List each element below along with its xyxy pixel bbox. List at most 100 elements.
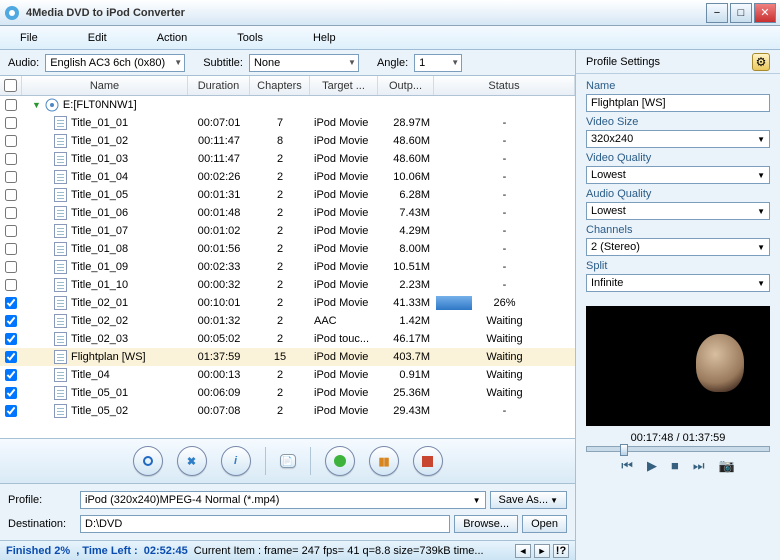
info-button[interactable]: i bbox=[221, 446, 251, 476]
table-row[interactable]: Title_01_0400:02:262iPod Movie10.06M- bbox=[0, 168, 575, 186]
file-icon bbox=[54, 332, 67, 346]
file-icon bbox=[54, 350, 67, 364]
menu-file[interactable]: File bbox=[20, 32, 38, 44]
table-body[interactable]: ▼ E:[FLT0NNW1]Title_01_0100:07:017iPod M… bbox=[0, 96, 575, 438]
status-finished: Finished 2% bbox=[6, 545, 70, 557]
app-icon bbox=[4, 5, 20, 21]
table-row[interactable]: Title_02_0100:10:012iPod Movie41.33M26% bbox=[0, 294, 575, 312]
status-current-item: Current Item : frame= 247 fps= 41 q=8.8 … bbox=[194, 545, 484, 557]
profile-settings-panel: NameFlightplan [WS]Video Size320x240▼Vid… bbox=[576, 74, 780, 302]
settings-gear-icon[interactable]: ⚙ bbox=[752, 53, 770, 71]
table-row[interactable]: Title_01_1000:00:322iPod Movie2.23M- bbox=[0, 276, 575, 294]
prop-channels-combo[interactable]: 2 (Stereo)▼ bbox=[586, 238, 770, 256]
file-icon bbox=[54, 260, 67, 274]
table-row[interactable]: Flightplan [WS]01:37:5915iPod Movie403.7… bbox=[0, 348, 575, 366]
file-icon bbox=[54, 170, 67, 184]
menu-tools[interactable]: Tools bbox=[237, 32, 263, 44]
record-button[interactable] bbox=[133, 446, 163, 476]
angle-combo[interactable]: 1▼ bbox=[414, 54, 462, 72]
preview-time: 00:17:48 / 01:37:59 bbox=[586, 432, 770, 444]
preview-next-button[interactable]: ⏭ bbox=[693, 458, 705, 474]
app-title: 4Media DVD to iPod Converter bbox=[26, 7, 704, 19]
col-status[interactable]: Status bbox=[434, 76, 575, 95]
profile-label: Profile: bbox=[8, 494, 76, 506]
delete-button[interactable]: ✖ bbox=[177, 446, 207, 476]
preview-seek-slider[interactable] bbox=[586, 446, 770, 452]
bottom-bar: Profile: iPod (320x240)MPEG-4 Normal (*.… bbox=[0, 484, 575, 540]
menu-action[interactable]: Action bbox=[157, 32, 188, 44]
table-row[interactable]: Title_01_0700:01:022iPod Movie4.29M- bbox=[0, 222, 575, 240]
table-row[interactable]: Title_01_0500:01:312iPod Movie6.28M- bbox=[0, 186, 575, 204]
slider-thumb[interactable] bbox=[620, 444, 628, 456]
pause-button[interactable]: ▮▮ bbox=[369, 446, 399, 476]
table-row[interactable]: Title_0400:00:132iPod Movie0.91MWaiting bbox=[0, 366, 575, 384]
profile-combo[interactable]: iPod (320x240)MPEG-4 Normal (*.mp4)▼ bbox=[80, 491, 486, 509]
prop-video quality-combo[interactable]: Lowest▼ bbox=[586, 166, 770, 184]
table-row[interactable]: Title_05_0200:07:082iPod Movie29.43M- bbox=[0, 402, 575, 420]
table-row[interactable]: Title_01_0300:11:472iPod Movie48.60M- bbox=[0, 150, 575, 168]
preview-play-button[interactable]: ▶ bbox=[647, 458, 657, 474]
prop-audio quality-combo[interactable]: Lowest▼ bbox=[586, 202, 770, 220]
add-file-button[interactable]: 📄 bbox=[280, 454, 296, 468]
table-row[interactable]: Title_01_0200:11:478iPod Movie48.60M- bbox=[0, 132, 575, 150]
table-header: Name Duration Chapters Target ... Outp..… bbox=[0, 76, 575, 96]
open-button[interactable]: Open bbox=[522, 515, 567, 533]
file-icon bbox=[54, 116, 67, 130]
col-name[interactable]: Name bbox=[22, 76, 188, 95]
table-row[interactable]: Title_01_0100:07:017iPod Movie28.97M- bbox=[0, 114, 575, 132]
table-row[interactable]: Title_05_0100:06:092iPod Movie25.36MWait… bbox=[0, 384, 575, 402]
table-row[interactable]: Title_02_0200:01:322AAC1.42MWaiting bbox=[0, 312, 575, 330]
subtitle-label: Subtitle: bbox=[203, 57, 243, 69]
preview-prev-button[interactable]: ⏮ bbox=[621, 458, 633, 474]
prop-split-combo[interactable]: Infinite▼ bbox=[586, 274, 770, 292]
menu-bar: File Edit Action Tools Help bbox=[0, 26, 780, 50]
group-row[interactable]: ▼ E:[FLT0NNW1] bbox=[0, 96, 575, 114]
file-icon bbox=[54, 188, 67, 202]
table-row[interactable]: Title_01_0600:01:482iPod Movie7.43M- bbox=[0, 204, 575, 222]
col-chapters[interactable]: Chapters bbox=[250, 76, 310, 95]
preview-stop-button[interactable]: ■ bbox=[671, 458, 679, 474]
props-title: Profile Settings bbox=[586, 56, 660, 68]
close-button[interactable]: ✕ bbox=[754, 3, 776, 23]
save-as-button[interactable]: Save As...▼ bbox=[490, 491, 567, 509]
minimize-button[interactable]: − bbox=[706, 3, 728, 23]
file-icon bbox=[54, 224, 67, 238]
audio-label: Audio: bbox=[8, 57, 39, 69]
col-duration[interactable]: Duration bbox=[188, 76, 250, 95]
preview-snapshot-button[interactable]: 📷 bbox=[719, 458, 735, 474]
video-preview[interactable] bbox=[586, 306, 770, 426]
status-help-button[interactable]: !? bbox=[553, 544, 569, 558]
maximize-button[interactable]: □ bbox=[730, 3, 752, 23]
subtitle-combo[interactable]: None▼ bbox=[249, 54, 359, 72]
col-output[interactable]: Outp... bbox=[378, 76, 434, 95]
table-row[interactable]: Title_01_0900:02:332iPod Movie10.51M- bbox=[0, 258, 575, 276]
file-icon bbox=[54, 404, 67, 418]
preview-controls: 00:17:48 / 01:37:59 ⏮ ▶ ■ ⏭ 📷 bbox=[576, 430, 780, 480]
props-header: Profile Settings ⚙ bbox=[576, 50, 780, 74]
stop-button[interactable] bbox=[413, 446, 443, 476]
prop-video size-combo[interactable]: 320x240▼ bbox=[586, 130, 770, 148]
file-icon bbox=[54, 368, 67, 382]
main-toolbar: ✖ i 📄 ▮▮ bbox=[0, 438, 575, 484]
table-row[interactable]: Title_02_0300:05:022iPod touc...46.17MWa… bbox=[0, 330, 575, 348]
table-row[interactable]: Title_01_0800:01:562iPod Movie8.00M- bbox=[0, 240, 575, 258]
status-prev-button[interactable]: ◄ bbox=[515, 544, 531, 558]
prop-name-input[interactable]: Flightplan [WS] bbox=[586, 94, 770, 112]
menu-help[interactable]: Help bbox=[313, 32, 336, 44]
file-icon bbox=[54, 386, 67, 400]
audio-combo[interactable]: English AC3 6ch (0x80)▼ bbox=[45, 54, 185, 72]
preview-frame bbox=[696, 334, 744, 392]
file-icon bbox=[54, 152, 67, 166]
start-button[interactable] bbox=[325, 446, 355, 476]
file-icon bbox=[54, 278, 67, 292]
file-icon bbox=[54, 296, 67, 310]
browse-button[interactable]: Browse... bbox=[454, 515, 518, 533]
destination-input[interactable]: D:\DVD bbox=[80, 515, 450, 533]
status-next-button[interactable]: ► bbox=[534, 544, 550, 558]
select-all-checkbox[interactable] bbox=[4, 79, 17, 92]
col-target[interactable]: Target ... bbox=[310, 76, 378, 95]
destination-label: Destination: bbox=[8, 518, 76, 530]
filter-bar: Audio: English AC3 6ch (0x80)▼ Subtitle:… bbox=[0, 50, 575, 76]
status-bar: Finished 2% , Time Left : 02:52:45 Curre… bbox=[0, 540, 575, 560]
menu-edit[interactable]: Edit bbox=[88, 32, 107, 44]
